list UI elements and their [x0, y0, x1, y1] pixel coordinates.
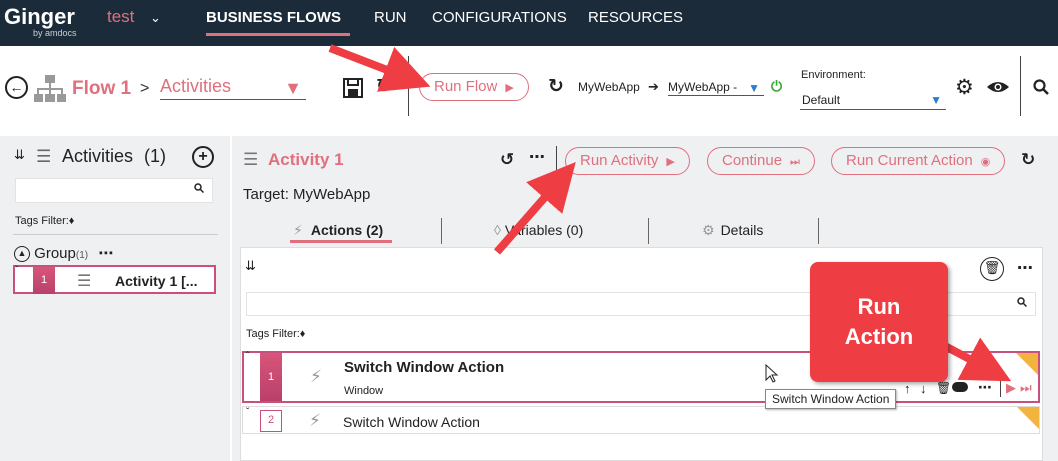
callout-line-1: Run [857, 294, 901, 319]
annotation-arrow-run-activity [493, 161, 576, 255]
run-action-callout: Run Action [810, 262, 948, 382]
annotation-arrows [328, 44, 1012, 382]
callout-line-2: Action [844, 324, 914, 349]
annotation-arrow-run-flow [328, 44, 431, 92]
